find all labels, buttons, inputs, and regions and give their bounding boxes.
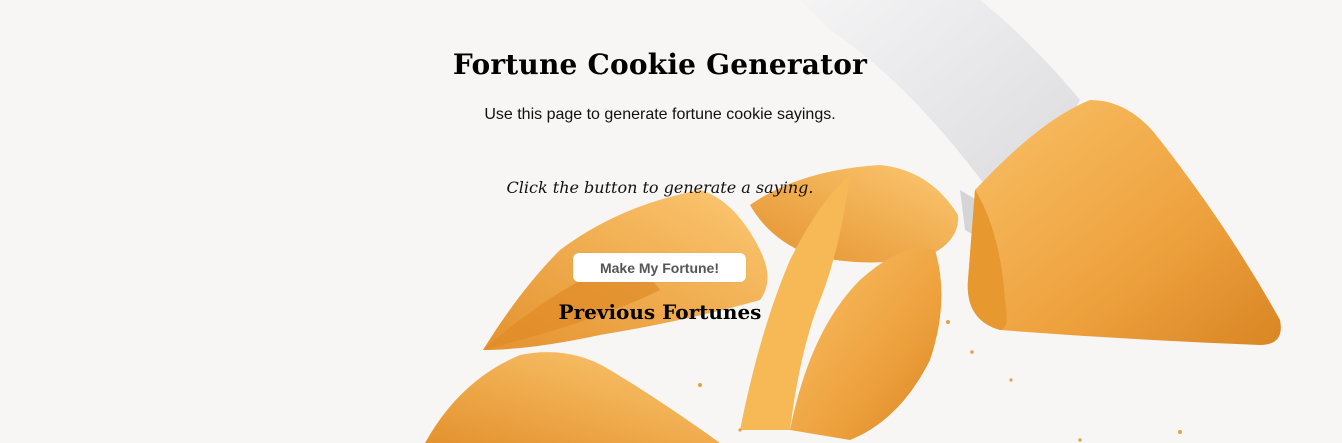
main-content: Fortune Cookie Generator Use this page t… <box>0 0 1342 443</box>
make-fortune-button[interactable]: Make My Fortune! <box>573 253 746 282</box>
page-title: Fortune Cookie Generator <box>452 48 868 81</box>
fortune-output-text: Click the button to generate a saying. <box>506 178 814 197</box>
previous-fortunes-heading: Previous Fortunes <box>558 300 762 324</box>
page-subtitle: Use this page to generate fortune cookie… <box>484 106 836 123</box>
